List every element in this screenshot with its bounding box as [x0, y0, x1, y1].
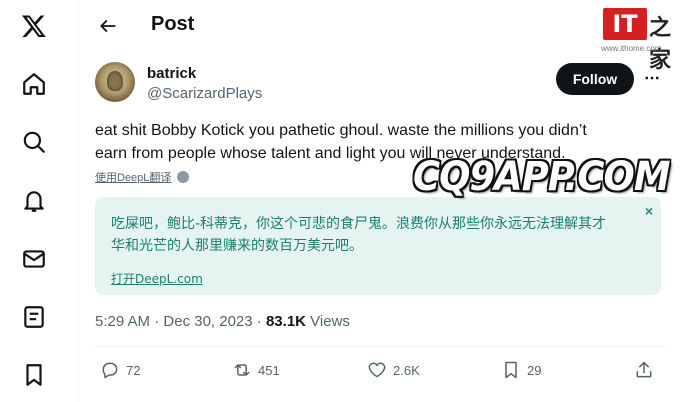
- follow-button[interactable]: Follow: [556, 63, 634, 95]
- close-icon[interactable]: ×: [645, 203, 653, 219]
- repost-button[interactable]: 451: [232, 360, 280, 380]
- post-meta: 5:29 AM · Dec 30, 2023 · 83.1K Views: [95, 313, 350, 330]
- tweet-text-line: eat shit Bobby Kotick you pathetic ghoul…: [95, 122, 587, 139]
- open-deepl-link[interactable]: 打开DeepL.com: [111, 270, 203, 287]
- translation-text-line: 华和光芒的人那里赚来的数百万美元吧。: [111, 238, 363, 254]
- heart-icon: [368, 362, 386, 378]
- x-logo-icon[interactable]: [18, 10, 50, 42]
- watermark-overlay-text: CQ9APP.COM: [413, 154, 670, 200]
- ithome-watermark-logo: IT 之家 www.ithome.com: [601, 8, 683, 73]
- translation-text: 吃屎吧，鲍比-科蒂克，你这个可悲的食尸鬼。浪费你从那些你永远无法理解其才 华和光…: [111, 213, 641, 257]
- messages-icon[interactable]: [18, 243, 50, 275]
- back-arrow-icon[interactable]: [92, 10, 124, 42]
- reply-button[interactable]: 72: [100, 360, 140, 380]
- post-date[interactable]: Dec 30, 2023: [163, 313, 252, 330]
- like-button[interactable]: 2.6K: [367, 360, 420, 380]
- author-name[interactable]: batrick: [147, 65, 196, 82]
- post-time[interactable]: 5:29 AM: [95, 313, 150, 330]
- share-button[interactable]: [634, 360, 654, 380]
- reply-icon: [102, 362, 118, 379]
- bookmark-count: 29: [527, 362, 542, 378]
- author-handle[interactable]: @ScarizardPlays: [147, 85, 262, 102]
- translation-text-line: 吃屎吧，鲍比-科蒂克，你这个可悲的食尸鬼。浪费你从那些你永远无法理解其才: [111, 216, 607, 232]
- explore-icon[interactable]: [18, 126, 50, 158]
- translate-link-label: 使用DeepL翻译: [95, 172, 172, 184]
- like-count: 2.6K: [393, 362, 420, 378]
- meta-separator: ·: [252, 313, 266, 330]
- repost-count: 451: [258, 362, 280, 378]
- reply-count: 72: [126, 362, 141, 378]
- share-icon: [636, 361, 652, 378]
- ithome-logo-it: IT: [603, 8, 647, 40]
- ithome-logo-url: www.ithome.com: [601, 44, 662, 53]
- lists-icon[interactable]: [18, 301, 50, 333]
- ithome-logo-zh: 之家: [649, 15, 672, 73]
- bookmark-icon: [505, 361, 517, 379]
- meta-separator: ·: [150, 313, 164, 330]
- left-navigation: [0, 0, 79, 402]
- bookmarks-icon[interactable]: [18, 359, 50, 391]
- more-options-icon[interactable]: [640, 66, 664, 90]
- divider: [95, 346, 665, 347]
- page-title: Post: [151, 13, 195, 35]
- deepl-icon: [177, 171, 190, 183]
- repost-icon: [234, 364, 250, 376]
- translation-panel: × 吃屎吧，鲍比-科蒂克，你这个可悲的食尸鬼。浪费你从那些你永远无法理解其才 华…: [95, 197, 661, 295]
- bookmark-button[interactable]: 29: [501, 360, 541, 380]
- home-icon[interactable]: [18, 68, 50, 100]
- notifications-icon[interactable]: [18, 185, 50, 217]
- post-header: Post: [80, 0, 680, 52]
- views-label: Views: [306, 313, 350, 330]
- views-count: 83.1K: [265, 313, 306, 330]
- translate-link[interactable]: 使用DeepL翻译: [95, 169, 190, 185]
- avatar[interactable]: [95, 62, 135, 102]
